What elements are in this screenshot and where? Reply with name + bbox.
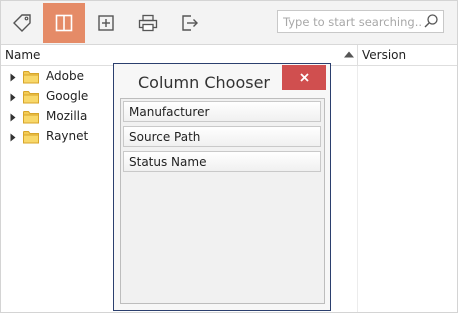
expand-arrow-icon[interactable] (10, 113, 16, 122)
export-icon (182, 15, 198, 31)
tag-icon (13, 14, 31, 32)
column-chooser-dialog[interactable]: Column Chooser Manufacturer Source Path … (113, 63, 331, 311)
column-separator[interactable] (357, 45, 358, 65)
tree-label: Mozilla (46, 109, 88, 123)
column-item-label: Status Name (129, 155, 207, 169)
folder-icon (23, 91, 39, 104)
folder-icon (23, 131, 39, 144)
column-item-status-name[interactable]: Status Name (123, 151, 321, 172)
toolbar (1, 1, 457, 45)
tree-row-adobe[interactable]: Adobe (1, 67, 113, 87)
dialog-title: Column Chooser (138, 73, 271, 92)
tree-row-google[interactable]: Google (1, 87, 113, 107)
column-item-label: Source Path (129, 130, 201, 144)
columns-icon (55, 14, 73, 32)
close-icon (299, 73, 309, 82)
column-chooser-button[interactable] (43, 3, 85, 43)
folder-icon (23, 111, 39, 124)
tree-row-raynet[interactable]: Raynet (1, 127, 113, 147)
close-button[interactable] (282, 65, 326, 90)
column-item-manufacturer[interactable]: Manufacturer (123, 101, 321, 122)
tag-button[interactable] (1, 3, 43, 43)
column-divider (357, 66, 358, 312)
print-button[interactable] (127, 3, 169, 43)
folder-icon (23, 71, 39, 84)
column-item-source-path[interactable]: Source Path (123, 126, 321, 147)
tree-label: Raynet (46, 129, 89, 143)
expand-arrow-icon[interactable] (10, 93, 16, 102)
column-item-label: Manufacturer (129, 105, 210, 119)
add-box-icon (98, 15, 114, 31)
column-header-name[interactable]: Name (5, 48, 40, 62)
tree-row-mozilla[interactable]: Mozilla (1, 107, 113, 127)
app-frame: Name Version Adobe Google Mozilla (0, 0, 458, 313)
sort-ascending-icon (344, 51, 354, 58)
add-button[interactable] (85, 3, 127, 43)
search-box (277, 10, 444, 33)
expand-arrow-icon[interactable] (10, 73, 16, 82)
tree-label: Google (46, 89, 89, 103)
search-icon[interactable] (423, 13, 439, 29)
export-button[interactable] (169, 3, 211, 43)
search-input[interactable] (278, 11, 423, 32)
expand-arrow-icon[interactable] (10, 133, 16, 142)
column-header-version[interactable]: Version (362, 48, 406, 62)
print-icon (138, 14, 158, 32)
column-chooser-list: Manufacturer Source Path Status Name (120, 98, 325, 304)
tree-label: Adobe (46, 69, 84, 83)
